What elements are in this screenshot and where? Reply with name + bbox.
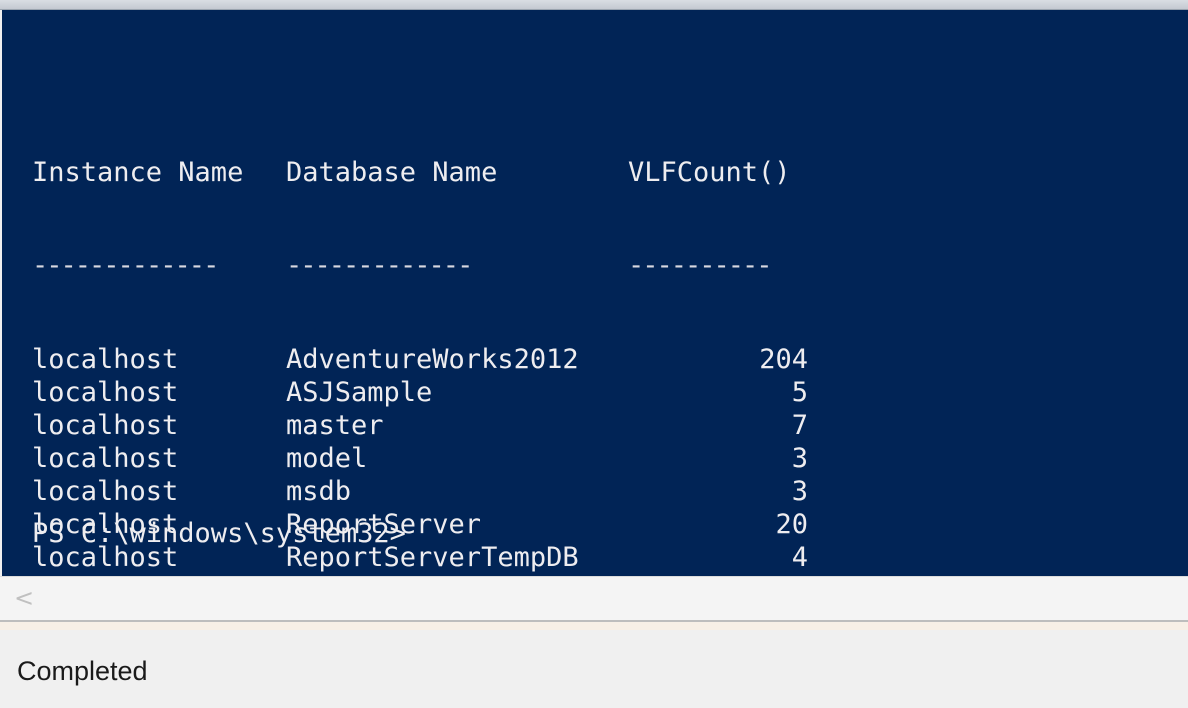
- separator-database: -------------: [286, 251, 472, 281]
- table-row: localhost master 7: [32, 409, 808, 442]
- cell-instance-name: localhost: [32, 344, 179, 375]
- cell-vlfcount: 3: [791, 443, 808, 474]
- table-row: localhost ASJSample 5: [32, 376, 808, 409]
- horizontal-scrollbar[interactable]: <: [0, 576, 1188, 620]
- status-bar: Completed: [0, 630, 1188, 708]
- cell-database-name: ASJSample: [286, 377, 433, 408]
- table-rows: localhost AdventureWorks2012 204 localhost A…: [32, 343, 808, 607]
- pane-divider[interactable]: [0, 620, 1188, 630]
- header-database-name: Database Name: [286, 157, 498, 188]
- powershell-prompt[interactable]: PS C:\windows\system32>: [32, 518, 406, 549]
- cell-vlfcount: 7: [791, 410, 808, 441]
- cell-database-name: master: [286, 410, 384, 441]
- cell-instance-name: localhost: [32, 410, 179, 441]
- cell-vlfcount: 204: [759, 344, 808, 375]
- cell-instance-name: localhost: [32, 476, 179, 507]
- table-row: localhost model 3: [32, 442, 808, 475]
- cell-vlfcount: 5: [791, 377, 808, 408]
- table-header-row: Instance Name Database Name VLFCount(): [32, 156, 808, 189]
- table-separator-row: ------------- ------------- ----------: [32, 251, 808, 281]
- table-row: localhost msdb 3: [32, 475, 808, 508]
- cell-vlfcount: 20: [775, 509, 808, 540]
- header-vlfcount: VLFCount(): [628, 157, 791, 188]
- scroll-left-arrow-icon[interactable]: <: [14, 585, 34, 611]
- cell-vlfcount: 3: [791, 476, 808, 507]
- cell-vlfcount: 4: [791, 542, 808, 573]
- window-top-edge: [0, 0, 1188, 10]
- separator-instance: -------------: [32, 251, 218, 281]
- powershell-console[interactable]: Instance Name Database Name VLFCount() ---…: [2, 10, 1188, 606]
- cell-database-name: model: [286, 443, 368, 474]
- status-text: Completed: [17, 656, 148, 686]
- table-row: localhost AdventureWorks2012 204: [32, 343, 808, 376]
- header-instance-name: Instance Name: [32, 157, 244, 188]
- separator-vlf: ----------: [628, 251, 771, 281]
- cell-database-name: msdb: [286, 476, 352, 507]
- cell-database-name: AdventureWorks2012: [286, 344, 579, 375]
- cell-instance-name: localhost: [32, 377, 179, 408]
- cell-instance-name: localhost: [32, 443, 179, 474]
